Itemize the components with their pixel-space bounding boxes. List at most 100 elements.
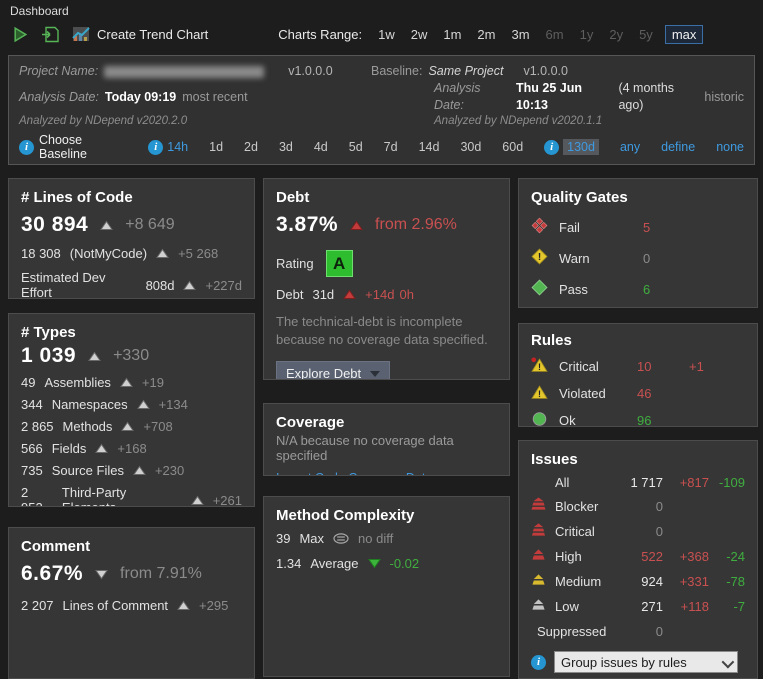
stat-value: 18 308 — [21, 246, 61, 261]
baseline-option-1d[interactable]: 1d — [209, 140, 223, 154]
stat-value: 566 — [21, 441, 43, 456]
import-coverage-link[interactable]: Import Code Coverage Data — [276, 471, 432, 476]
issues-count: 0 — [619, 524, 663, 539]
baseline-option-130d[interactable]: 130d — [563, 139, 599, 155]
violated-rule-icon: ! — [531, 384, 548, 400]
range-max[interactable]: max — [665, 25, 704, 44]
up-triangle-icon — [100, 220, 113, 231]
baseline-label: Baseline: — [371, 63, 422, 80]
stat-label: Assemblies — [44, 375, 110, 390]
comment-diff: from 7.91% — [120, 565, 202, 583]
severity-low-icon — [531, 597, 546, 612]
avg-label: Average — [310, 556, 358, 571]
info-icon[interactable] — [531, 655, 546, 670]
down-triangle-icon — [95, 569, 108, 580]
types-panel: # Types 1 039 +330 49 Assemblies +19 344… — [8, 313, 255, 507]
max-diff: no diff — [358, 531, 393, 546]
stat-value: 735 — [21, 463, 43, 478]
stat-value: 2 952 — [21, 485, 53, 507]
debt-days-diff: +14d — [365, 287, 394, 302]
baseline-analyzed-by: Analyzed by NDepend v2020.1.1 — [434, 114, 602, 129]
issues-minus: -78 — [709, 574, 745, 589]
debt-hours-diff: 0h — [399, 287, 413, 302]
issues-row-label: Medium — [555, 574, 619, 589]
explore-debt-label: Explore Debt — [286, 366, 361, 380]
up-triangle-icon — [133, 465, 146, 476]
method-complexity-title: Method Complexity — [276, 507, 497, 524]
quality-gate-label: Fail — [559, 220, 643, 235]
lines-of-code-title: # Lines of Code — [21, 189, 242, 206]
range-2m[interactable]: 2m — [477, 27, 495, 42]
export-report-button[interactable] — [39, 24, 62, 45]
rating-badge: A — [326, 250, 353, 277]
rating-label: Rating — [276, 256, 314, 271]
rule-count: 46 — [637, 386, 689, 401]
baseline-option-4d[interactable]: 4d — [314, 140, 328, 154]
debt-value: 3.87% — [276, 213, 338, 237]
severity-high-icon — [531, 547, 546, 562]
column-left: # Lines of Code 30 894 +8 649 18 308 (No… — [8, 178, 255, 679]
stat-label: Estimated Dev Effort — [21, 270, 137, 299]
baseline-option-define[interactable]: define — [661, 140, 695, 154]
stat-diff: +230 — [155, 463, 184, 478]
info-icon[interactable] — [544, 140, 559, 155]
group-issues-select[interactable]: Group issues by rules — [554, 651, 738, 673]
stat-value: 344 — [21, 397, 43, 412]
comment-value: 6.67% — [21, 562, 83, 586]
issues-minus: -7 — [709, 599, 745, 614]
up-triangle-icon — [95, 443, 108, 454]
info-icon[interactable] — [19, 140, 34, 155]
issues-count: 0 — [619, 499, 663, 514]
rule-count: 96 — [637, 413, 689, 427]
baseline-option-2d[interactable]: 2d — [244, 140, 258, 154]
range-1m[interactable]: 1m — [443, 27, 461, 42]
baseline-analysis-date-label: Analysis Date: — [434, 80, 510, 114]
baseline-option-3d[interactable]: 3d — [279, 140, 293, 154]
create-trend-chart-button[interactable]: Create Trend Chart — [70, 24, 210, 44]
range-2y: 2y — [609, 27, 623, 42]
baseline-option-14d[interactable]: 14d — [419, 140, 440, 154]
types-title: # Types — [21, 324, 242, 341]
lines-of-code-panel: # Lines of Code 30 894 +8 649 18 308 (No… — [8, 178, 255, 299]
baseline-option-7d[interactable]: 7d — [384, 140, 398, 154]
column-right: Quality Gates Fail 5 ! — [518, 178, 758, 679]
range-2w[interactable]: 2w — [411, 27, 428, 42]
baseline-option-none[interactable]: none — [716, 140, 744, 154]
baseline-option-5d[interactable]: 5d — [349, 140, 363, 154]
range-1w[interactable]: 1w — [378, 27, 395, 42]
range-6m: 6m — [546, 27, 564, 42]
stat-label: (NotMyCode) — [70, 246, 147, 261]
analysis-date: Today 09:19 — [105, 89, 176, 106]
debt-note: The technical-debt is incomplete because… — [276, 313, 497, 348]
up-triangle-icon — [177, 600, 190, 611]
project-name-label: Project Name: — [19, 63, 98, 80]
choose-baseline-label: Choose Baseline — [39, 133, 122, 161]
coverage-panel: Coverage N/A because no coverage data sp… — [263, 403, 510, 476]
max-value: 39 — [276, 531, 290, 546]
types-diff: +330 — [113, 347, 149, 365]
baseline-option-14h[interactable]: 14h — [167, 140, 188, 154]
baseline-option-30d[interactable]: 30d — [460, 140, 481, 154]
range-3m[interactable]: 3m — [511, 27, 529, 42]
column-middle: Debt 3.87% from 2.96% Rating A Debt 31d … — [263, 178, 510, 679]
severity-critical-icon — [531, 522, 546, 537]
stat-label: Source Files — [52, 463, 124, 478]
rules-panel: Rules ! Critical 10 +1 ! — [518, 323, 758, 427]
quality-gate-count: 0 — [643, 251, 673, 266]
analyzed-by: Analyzed by NDepend v2020.2.0 — [19, 114, 187, 129]
issues-plus: +368 — [663, 549, 709, 564]
baseline-option-any[interactable]: any — [620, 140, 640, 154]
baseline-option-60d[interactable]: 60d — [502, 140, 523, 154]
explore-debt-button[interactable]: Explore Debt — [276, 361, 390, 380]
run-analysis-button[interactable] — [10, 24, 31, 45]
info-icon[interactable] — [148, 140, 163, 155]
issues-count: 271 — [619, 599, 663, 614]
types-value: 1 039 — [21, 344, 76, 368]
stat-diff: +19 — [142, 375, 164, 390]
rule-label: Ok — [559, 413, 637, 427]
warn-icon: ! — [531, 248, 548, 265]
stat-value: 49 — [21, 375, 35, 390]
stat-diff: +168 — [117, 441, 146, 456]
lines-of-code-diff: +8 649 — [125, 216, 174, 234]
up-triangle-icon — [121, 421, 134, 432]
